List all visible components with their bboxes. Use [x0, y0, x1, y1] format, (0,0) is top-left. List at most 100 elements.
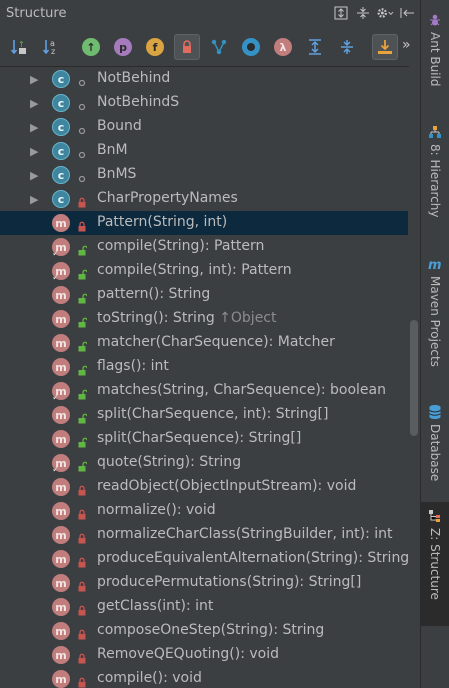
tree-method-node[interactable]: m RemoveQEQuoting(): void [0, 643, 408, 667]
node-signature: Bound [97, 118, 142, 134]
show-fields-icon[interactable]: f [142, 34, 168, 60]
panel-title: Structure [6, 6, 67, 21]
tool-window-tab-label: 8: Hierarchy [428, 144, 442, 218]
tool-window-tab[interactable]: m Maven Projects [421, 250, 449, 378]
autoscroll-from-source-icon[interactable] [372, 34, 398, 60]
method-icon: m [52, 430, 70, 448]
tree-class-node[interactable]: ▶ c NotBehind [0, 67, 408, 91]
tree-node-label: RemoveQEQuoting(): void [97, 646, 279, 662]
node-signature: toString(): String [97, 310, 220, 326]
tree-node-label: Pattern(String, int) [97, 214, 227, 230]
tree-node-label: split(CharSequence, int): String[] [97, 406, 328, 422]
tree-class-node[interactable]: ▶ c BnM [0, 139, 408, 163]
hierarchy-icon [428, 124, 442, 143]
tree-scrollbar[interactable] [409, 66, 420, 688]
method-icon: m [52, 670, 70, 688]
show-non-public-icon[interactable] [174, 34, 200, 60]
expand-arrow-icon[interactable]: ▶ [30, 169, 38, 182]
show-anonymous-icon[interactable] [238, 34, 264, 60]
expand-all-icon[interactable] [332, 4, 350, 22]
show-properties-icon[interactable]: p [110, 34, 136, 60]
tree-method-node[interactable]: m split(CharSequence, int): String[] [0, 403, 408, 427]
class-icon: c [52, 118, 70, 136]
node-signature: NotBehindS [97, 94, 180, 110]
panel-header-actions [332, 4, 416, 22]
sort-alphabetically-icon[interactable]: az [38, 34, 64, 60]
package-private-icon [78, 121, 86, 135]
gear-icon[interactable] [376, 4, 394, 22]
node-signature: quote(String): String [97, 454, 242, 470]
package-private-icon [78, 73, 86, 87]
tree-method-node[interactable]: m produceEquivalentAlternation(String): S… [0, 547, 408, 571]
method-icon: m [52, 574, 70, 592]
tree-method-node[interactable]: m flags(): int [0, 355, 408, 379]
collapse-all-icon[interactable] [354, 4, 372, 22]
show-lambda-icon[interactable]: λ [270, 34, 296, 60]
tree-method-node[interactable]: m getClass(int): int [0, 595, 408, 619]
scrollbar-thumb[interactable] [410, 320, 418, 436]
tree-method-node[interactable]: m readObject(ObjectInputStream): void [0, 475, 408, 499]
tree-method-node[interactable]: m split(CharSequence): String[] [0, 427, 408, 451]
tool-window-tab[interactable]: Z: Structure [421, 502, 449, 626]
tree-method-node[interactable]: m normalizeCharClass(StringBuilder, int):… [0, 523, 408, 547]
package-private-icon [78, 97, 86, 111]
tool-window-tab[interactable]: Ant Build [421, 6, 449, 94]
tree-method-node[interactable]: m matcher(CharSequence): Matcher [0, 331, 408, 355]
node-signature: compile(): void [97, 670, 202, 686]
tree-method-node[interactable]: m ✓ compile(String): Pattern [0, 235, 408, 259]
tree-node-label: producePermutations(String): String[] [97, 574, 361, 590]
tree-method-node[interactable]: m producePermutations(String): String[] [0, 571, 408, 595]
tree-class-node[interactable]: ▶ c BnMS [0, 163, 408, 187]
tree-node-label: BnMS [97, 166, 136, 182]
tree-node-label: normalizeCharClass(StringBuilder, int): … [97, 526, 393, 542]
hide-panel-icon[interactable] [398, 4, 416, 22]
tree-class-node[interactable]: ▶ c NotBehindS [0, 91, 408, 115]
tool-window-tab[interactable]: Database [421, 398, 449, 492]
tool-window-tab[interactable]: 8: Hierarchy [421, 118, 449, 226]
svg-text:m: m [428, 258, 442, 271]
expand-toolbar-icon[interactable] [302, 34, 328, 60]
sort-by-visibility-icon[interactable]: ↑ [6, 34, 32, 60]
tree-node-label: Bound [97, 118, 142, 134]
static-marker-icon: ✓ [52, 249, 60, 259]
toolbar-overflow-icon[interactable]: » [402, 37, 411, 53]
tree-method-node[interactable]: m ✓ matches(String, CharSequence): boolean [0, 379, 408, 403]
node-signature: pattern(): String [97, 286, 211, 302]
node-signature: normalizeCharClass(StringBuilder, int): … [97, 526, 393, 542]
expand-arrow-icon[interactable]: ▶ [30, 193, 38, 206]
node-signature: matcher(CharSequence): Matcher [97, 334, 335, 350]
tool-window-tab-label: Ant Build [428, 32, 442, 87]
private-lock-icon [78, 217, 86, 232]
expand-arrow-icon[interactable]: ▶ [30, 73, 38, 86]
tree-node-label: quote(String): String [97, 454, 241, 470]
expand-arrow-icon[interactable]: ▶ [30, 121, 38, 134]
tree-method-node[interactable]: m compile(): void [0, 667, 408, 688]
node-signature: CharPropertyNames [97, 190, 238, 206]
tree-method-node[interactable]: m toString(): String ↑Object [0, 307, 408, 331]
tree-class-node[interactable]: ▶ c Bound [0, 115, 408, 139]
tool-window-sidebar: Ant Build 8: Hierarchy m Maven Projects Data… [420, 0, 449, 688]
expand-arrow-icon[interactable]: ▶ [30, 97, 38, 110]
public-lock-icon [78, 289, 88, 304]
tree-method-node[interactable]: m Pattern(String, int) [0, 211, 408, 235]
node-signature: flags(): int [97, 358, 169, 374]
tree-method-node[interactable]: m composeOneStep(String): String [0, 619, 408, 643]
tree-method-node[interactable]: m pattern(): String [0, 283, 408, 307]
tree-class-node[interactable]: ▶ c CharPropertyNames [0, 187, 408, 211]
expand-arrow-icon[interactable]: ▶ [30, 145, 38, 158]
tree-method-node[interactable]: m ✓ quote(String): String [0, 451, 408, 475]
maven-icon: m [428, 256, 442, 275]
tree-node-label: pattern(): String [97, 286, 210, 302]
panel-header: Structure [0, 0, 420, 28]
tree-method-node[interactable]: m normalize(): void [0, 499, 408, 523]
show-inherited-icon[interactable]: ↑ [78, 34, 104, 60]
show-lambdas-icon[interactable] [206, 34, 232, 60]
tree-method-node[interactable]: m ✓ compile(String, int): Pattern [0, 259, 408, 283]
method-icon: m [52, 406, 70, 424]
private-lock-icon [78, 625, 86, 640]
method-icon: m [52, 358, 70, 376]
private-lock-icon [78, 673, 86, 688]
structure-icon [428, 508, 442, 527]
node-signature: NotBehind [97, 70, 171, 86]
collapse-toolbar-icon[interactable] [334, 34, 360, 60]
